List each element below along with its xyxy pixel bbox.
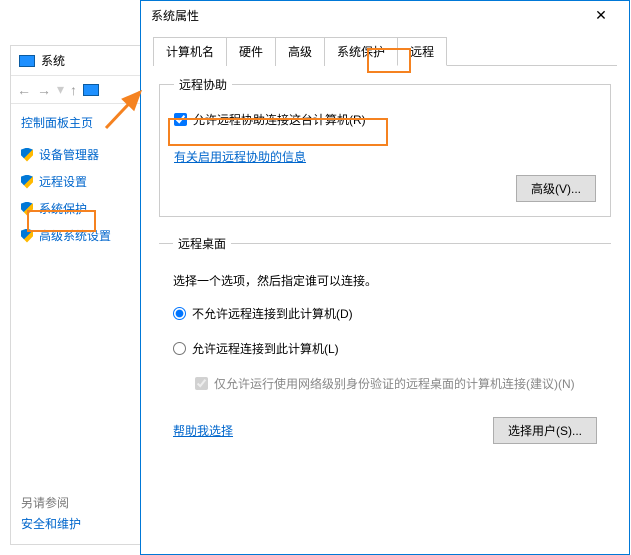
shield-icon [21, 148, 33, 162]
remote-desktop-group: 远程桌面 选择一个选项，然后指定谁可以连接。 不允许远程连接到此计算机(D) 允… [159, 235, 611, 444]
sidebar-item-system-protection[interactable]: 系统保护 [11, 195, 149, 222]
shield-icon [21, 229, 33, 243]
control-panel-home-link[interactable]: 控制面板主页 [11, 104, 149, 137]
bg-toolbar: ← → ▾ ↑ [11, 76, 149, 104]
tab-advanced[interactable]: 高级 [275, 37, 325, 66]
bg-window-title: 系统 [41, 52, 65, 69]
sidebar-item-device-manager[interactable]: 设备管理器 [11, 141, 149, 168]
allow-remote-assist-checkbox[interactable] [174, 113, 187, 126]
allow-remote-label: 允许远程连接到此计算机(L) [192, 340, 339, 357]
nla-only-row: 仅允许运行使用网络级别身份验证的远程桌面的计算机连接(建议)(N) [173, 375, 597, 393]
allow-remote-assist-row[interactable]: 允许远程协助连接这台计算机(R) [174, 107, 596, 132]
bg-window-titlebar: 系统 [11, 46, 149, 76]
dialog-title: 系统属性 [151, 7, 199, 24]
allow-remote-radio[interactable] [173, 342, 186, 355]
nla-only-label: 仅允许运行使用网络级别身份验证的远程桌面的计算机连接(建议)(N) [214, 375, 575, 393]
deny-remote-radio[interactable] [173, 307, 186, 320]
shield-icon [21, 175, 33, 189]
dialog-body: 远程协助 允许远程协助连接这台计算机(R) 有关启用远程协助的信息 高级(V).… [141, 66, 629, 554]
monitor-icon [83, 84, 99, 96]
tab-system-protection[interactable]: 系统保护 [324, 37, 398, 66]
system-properties-dialog: 系统属性 ✕ 计算机名 硬件 高级 系统保护 远程 远程协助 允许远程协助连接这… [140, 0, 630, 555]
tab-computer-name[interactable]: 计算机名 [153, 37, 227, 66]
tab-bar: 计算机名 硬件 高级 系统保护 远程 [153, 36, 617, 66]
close-button[interactable]: ✕ [583, 7, 619, 24]
deny-remote-label: 不允许远程连接到此计算机(D) [192, 305, 353, 322]
forward-arrow-icon[interactable]: → [37, 82, 51, 98]
tab-remote[interactable]: 远程 [397, 37, 447, 66]
sidebar-item-remote-settings[interactable]: 远程设置 [11, 168, 149, 195]
remote-desktop-desc: 选择一个选项，然后指定谁可以连接。 [173, 266, 597, 301]
allow-remote-row[interactable]: 允许远程连接到此计算机(L) [173, 336, 597, 361]
sidebar-item-advanced-settings[interactable]: 高级系统设置 [11, 222, 149, 249]
sidebar-item-label: 高级系统设置 [39, 227, 111, 244]
shield-icon [21, 202, 33, 216]
deny-remote-row[interactable]: 不允许远程连接到此计算机(D) [173, 301, 597, 326]
remote-assistance-group: 远程协助 允许远程协助连接这台计算机(R) 有关启用远程协助的信息 高级(V).… [159, 76, 611, 217]
up-arrow-icon[interactable]: ↑ [70, 82, 77, 98]
dialog-titlebar: 系统属性 ✕ [141, 1, 629, 30]
sidebar-item-label: 远程设置 [39, 173, 87, 190]
sidebar-item-label: 系统保护 [39, 200, 87, 217]
monitor-icon [19, 55, 35, 67]
back-arrow-icon[interactable]: ← [17, 82, 31, 98]
remote-desktop-legend: 远程桌面 [173, 235, 231, 252]
remote-assist-advanced-button[interactable]: 高级(V)... [516, 175, 596, 202]
recent-dropdown-icon[interactable]: ▾ [57, 81, 64, 98]
see-also-link[interactable]: 安全和维护 [21, 513, 81, 534]
see-also-section: 另请参阅 安全和维护 [21, 492, 81, 534]
allow-remote-assist-label: 允许远程协助连接这台计算机(R) [193, 111, 366, 128]
remote-desktop-bottom-row: 帮助我选择 选择用户(S)... [173, 417, 597, 444]
help-me-choose-link[interactable]: 帮助我选择 [173, 422, 233, 439]
remote-assist-info-link[interactable]: 有关启用远程协助的信息 [174, 148, 306, 165]
sidebar-items: 设备管理器 远程设置 系统保护 高级系统设置 [11, 137, 149, 253]
see-also-label: 另请参阅 [21, 492, 81, 513]
select-users-button[interactable]: 选择用户(S)... [493, 417, 597, 444]
nla-only-checkbox [195, 377, 208, 390]
tab-hardware[interactable]: 硬件 [226, 37, 276, 66]
control-panel-system-window: 系统 ← → ▾ ↑ 控制面板主页 设备管理器 远程设置 系统保护 高级系统设置… [10, 45, 150, 545]
sidebar-item-label: 设备管理器 [39, 146, 99, 163]
remote-assistance-legend: 远程协助 [174, 76, 232, 93]
